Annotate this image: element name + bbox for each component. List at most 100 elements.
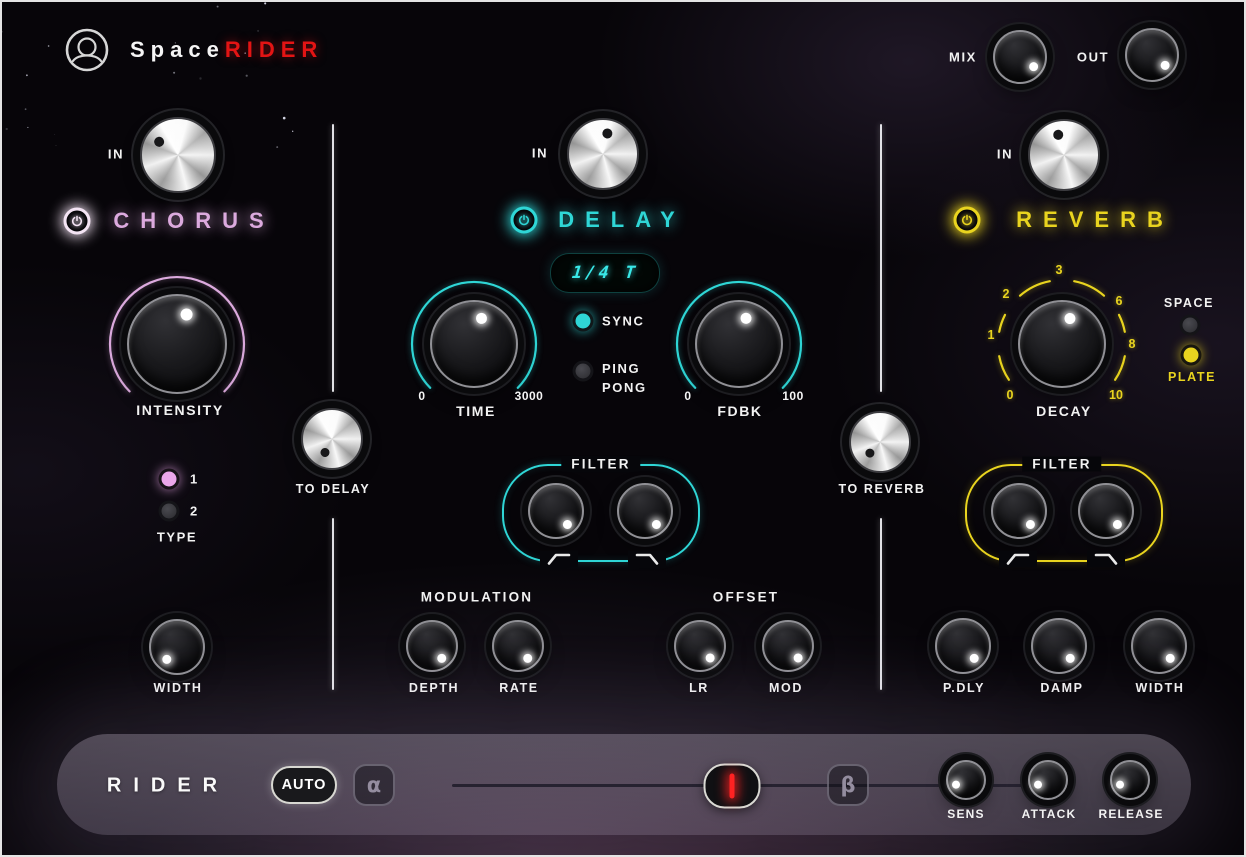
highpass-filter-icon bbox=[999, 551, 1037, 568]
delay-time-display[interactable]: 1/4 T bbox=[550, 253, 660, 293]
intensity-knob[interactable] bbox=[127, 294, 227, 394]
knob-indicator bbox=[1163, 652, 1176, 665]
knob-indicator bbox=[791, 651, 804, 664]
chorus-type-label: TYPE bbox=[157, 530, 197, 545]
attack-knob[interactable] bbox=[1028, 760, 1068, 800]
damp-knob[interactable] bbox=[1031, 618, 1087, 674]
release-knob[interactable] bbox=[1110, 760, 1150, 800]
knob-indicator bbox=[1024, 518, 1037, 531]
chorus-width-knob[interactable] bbox=[149, 619, 205, 675]
reverb-width-label: WIDTH bbox=[1136, 681, 1185, 695]
chorus-title: CHORUS bbox=[113, 208, 274, 234]
to-reverb-knob[interactable] bbox=[849, 411, 911, 473]
delay-filter-lp-knob[interactable] bbox=[617, 483, 673, 539]
decay-tick: 1 bbox=[988, 328, 995, 342]
decay-tick: 3 bbox=[1056, 263, 1063, 277]
delay-in-label: IN bbox=[532, 146, 548, 161]
depth-knob[interactable] bbox=[406, 620, 458, 672]
offset-group-label: OFFSET bbox=[713, 590, 779, 605]
time-label: TIME bbox=[456, 403, 496, 419]
delay-power-button[interactable] bbox=[511, 207, 538, 234]
knob-indicator bbox=[1063, 652, 1076, 665]
sens-label: SENS bbox=[947, 807, 984, 821]
auto-button[interactable]: AUTO bbox=[271, 766, 337, 804]
decay-tick: 8 bbox=[1129, 337, 1136, 351]
chorus-in-knob[interactable] bbox=[140, 117, 216, 193]
to-delay-knob[interactable] bbox=[301, 408, 363, 470]
decay-label: DECAY bbox=[1036, 403, 1092, 419]
astronaut-logo-icon bbox=[64, 27, 110, 73]
predelay-knob[interactable] bbox=[935, 618, 991, 674]
fdbk-max: 100 bbox=[782, 389, 804, 403]
reverb-title: REVERB bbox=[1016, 207, 1174, 233]
damp-label: DAMP bbox=[1040, 681, 1083, 695]
out-label: OUT bbox=[1077, 50, 1109, 65]
mod-label: MOD bbox=[769, 681, 803, 695]
delay-title: DELAY bbox=[558, 207, 686, 233]
reverb-power-button[interactable] bbox=[954, 207, 981, 234]
knob-indicator bbox=[152, 135, 166, 149]
mod-offset-knob[interactable] bbox=[762, 620, 814, 672]
reverb-width-knob[interactable] bbox=[1131, 618, 1187, 674]
ping-pong-toggle[interactable] bbox=[576, 364, 591, 379]
alpha-button[interactable]: α bbox=[353, 764, 395, 806]
knob-indicator bbox=[1063, 311, 1077, 325]
knob-indicator bbox=[318, 446, 330, 458]
chorus-type-2-radio[interactable] bbox=[162, 504, 177, 519]
knob-indicator bbox=[1115, 779, 1126, 790]
rate-knob[interactable] bbox=[492, 620, 544, 672]
sens-knob[interactable] bbox=[946, 760, 986, 800]
chorus-power-button[interactable] bbox=[64, 208, 91, 235]
power-icon bbox=[961, 214, 974, 227]
knob-indicator bbox=[601, 128, 613, 140]
section-divider bbox=[880, 518, 882, 690]
reverb-in-knob[interactable] bbox=[1028, 119, 1100, 191]
chorus-type-1-radio[interactable] bbox=[162, 472, 177, 487]
reverb-filter-hp-knob[interactable] bbox=[991, 483, 1047, 539]
knob-indicator bbox=[474, 311, 487, 324]
rider-slider-handle[interactable] bbox=[704, 763, 761, 808]
knob-indicator bbox=[863, 446, 876, 459]
decay-knob[interactable] bbox=[1018, 300, 1106, 388]
knob-indicator bbox=[967, 652, 980, 665]
plate-radio[interactable] bbox=[1184, 348, 1199, 363]
power-icon bbox=[71, 215, 84, 228]
sync-toggle[interactable] bbox=[576, 314, 591, 329]
knob-indicator bbox=[1027, 60, 1040, 73]
knob-indicator bbox=[1052, 129, 1064, 141]
fdbk-label: FDBK bbox=[717, 403, 762, 419]
out-knob[interactable] bbox=[1125, 28, 1179, 82]
time-min: 0 bbox=[418, 389, 425, 403]
spacerider-plugin-window: SpaceRIDER MIX OUT IN CHORUS INTENSITY 1… bbox=[0, 0, 1246, 857]
lowpass-filter-icon bbox=[1087, 551, 1125, 568]
beta-button[interactable]: β bbox=[827, 764, 869, 806]
to-delay-label: TO DELAY bbox=[296, 482, 371, 496]
knob-indicator bbox=[561, 518, 574, 531]
chorus-type-2-label: 2 bbox=[190, 504, 199, 519]
depth-label: DEPTH bbox=[409, 681, 459, 695]
reverb-filter-lp-knob[interactable] bbox=[1078, 483, 1134, 539]
delay-filter-hp-knob[interactable] bbox=[528, 483, 584, 539]
knob-indicator bbox=[179, 307, 194, 322]
mix-knob[interactable] bbox=[993, 30, 1047, 84]
decay-tick: 2 bbox=[1003, 287, 1010, 301]
rider-slider-track[interactable] bbox=[452, 784, 1024, 787]
release-label: RELEASE bbox=[1098, 807, 1163, 821]
lr-offset-knob[interactable] bbox=[674, 620, 726, 672]
brand-logo: SpaceRIDER bbox=[130, 37, 323, 63]
lowpass-filter-icon bbox=[628, 551, 666, 568]
delay-filter-label: FILTER bbox=[561, 457, 640, 472]
slider-indicator bbox=[730, 773, 735, 798]
delay-in-knob[interactable] bbox=[567, 118, 639, 190]
chorus-in-label: IN bbox=[108, 147, 124, 162]
ping-pong-label: PING PONG bbox=[602, 360, 654, 398]
fdbk-knob[interactable] bbox=[695, 300, 783, 388]
knob-indicator bbox=[951, 779, 962, 790]
chorus-type-1-label: 1 bbox=[190, 472, 199, 487]
predelay-label: P.DLY bbox=[943, 681, 985, 695]
plate-label: PLATE bbox=[1168, 370, 1216, 384]
time-knob[interactable] bbox=[430, 300, 518, 388]
space-radio[interactable] bbox=[1183, 318, 1198, 333]
power-icon bbox=[518, 214, 531, 227]
decay-tick: 0 bbox=[1007, 388, 1014, 402]
